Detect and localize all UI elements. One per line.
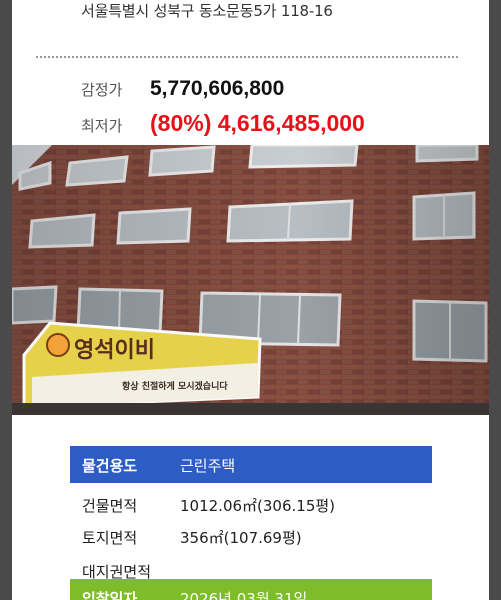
land-area-row: 토지면적 356㎡(107.69평) [70,518,432,550]
building-area-row: 건물면적 1012.06㎡(306.15평) [70,486,432,518]
auction-date-label: 입찰일자 [82,590,138,600]
listing-card[interactable]: 서울특별시 성북구 동소문동5가 118-16 감정가 5,770,606,80… [12,0,489,600]
auction-date-row: 입찰일자 2026년 03월 31일 [70,579,432,600]
auction-date-value: 2026년 03월 31일 [180,590,308,600]
appraisal-price-row: 감정가 5,770,606,800 [81,77,284,101]
property-address: 서울특별시 성북구 동소문동5가 118-16 [81,2,333,20]
property-photo[interactable]: 영석이비 항상 친절하게 모시겠습니다 [12,145,489,415]
minimum-price-row: 최저가 (80%) 4,616,485,000 [81,110,365,137]
building-area-value: 1012.06㎡(306.15평) [180,497,336,515]
dotted-divider [36,56,458,58]
building-area-label: 건물면적 [82,497,138,515]
appraisal-value: 5,770,606,800 [150,77,285,100]
land-area-label: 토지면적 [82,529,138,547]
building-photo-image: 영석이비 항상 친절하게 모시겠습니다 [12,145,489,415]
appraisal-label: 감정가 [81,81,123,99]
minimum-label: 최저가 [81,117,123,135]
usage-row: 물건용도 근린주택 [70,446,432,483]
minimum-value: (80%) 4,616,485,000 [150,110,365,136]
usage-value: 근린주택 [180,457,236,475]
usage-label: 물건용도 [82,457,138,475]
sign-main-text: 영석이비 [74,338,155,363]
sign-sub-text: 항상 친절하게 모시겠습니다 [122,380,228,392]
land-area-value: 356㎡(107.69평) [180,529,302,547]
